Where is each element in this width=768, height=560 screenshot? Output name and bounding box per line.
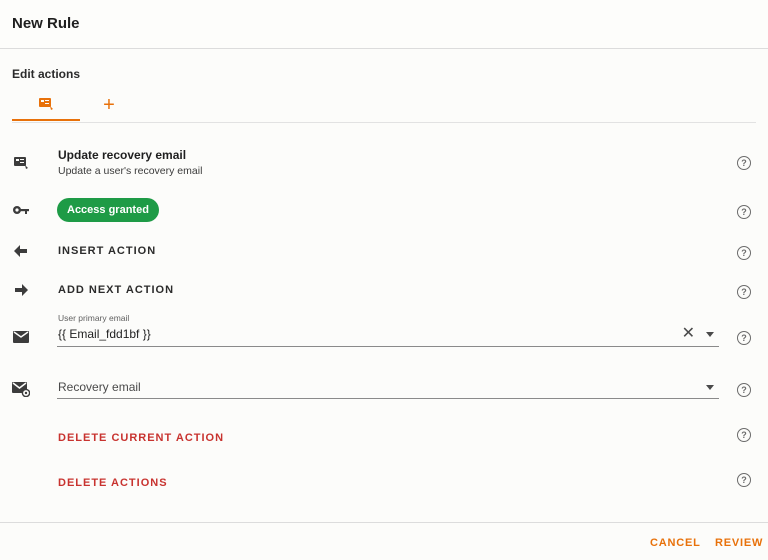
- email-settings-icon: [12, 380, 30, 398]
- access-row: Access granted ?: [0, 198, 768, 224]
- key-icon: [12, 201, 30, 219]
- primary-email-label: User primary email: [58, 313, 130, 323]
- action-tabs: +: [12, 88, 756, 123]
- help-icon[interactable]: ?: [737, 473, 751, 487]
- primary-email-field[interactable]: User primary email {{ Email_fdd1bf }} ✕: [57, 311, 719, 347]
- action-summary-row: Update recovery email Update a user's re…: [0, 148, 768, 180]
- delete-current-action-row: DELETE CURRENT ACTION ?: [0, 428, 768, 446]
- tab-add-action[interactable]: +: [92, 88, 126, 121]
- add-next-action-button[interactable]: ADD NEXT ACTION: [58, 284, 174, 296]
- delete-current-action-button[interactable]: DELETE CURRENT ACTION: [58, 432, 224, 444]
- insert-action-button[interactable]: INSERT ACTION: [58, 245, 156, 257]
- add-icon: +: [103, 93, 115, 116]
- tab-current-action[interactable]: [12, 88, 80, 121]
- recovery-email-placeholder[interactable]: Recovery email: [58, 380, 141, 394]
- email-icon: [12, 328, 30, 346]
- arrow-right-icon: [12, 281, 30, 299]
- help-icon[interactable]: ?: [737, 331, 751, 345]
- help-icon[interactable]: ?: [737, 156, 751, 170]
- help-icon[interactable]: ?: [737, 383, 751, 397]
- dialog-footer: CANCEL REVIEW: [0, 522, 768, 560]
- primary-email-row: User primary email {{ Email_fdd1bf }} ✕ …: [0, 311, 768, 347]
- primary-email-value[interactable]: {{ Email_fdd1bf }}: [58, 327, 151, 341]
- dialog-header: New Rule: [0, 0, 768, 49]
- cancel-button[interactable]: CANCEL: [650, 537, 701, 549]
- help-icon[interactable]: ?: [737, 205, 751, 219]
- recovery-email-row: Recovery email ?: [0, 373, 768, 399]
- access-granted-badge[interactable]: Access granted: [57, 198, 159, 222]
- arrow-left-icon: [12, 242, 30, 260]
- add-next-action-row: ADD NEXT ACTION ?: [0, 282, 768, 300]
- review-button[interactable]: REVIEW: [715, 537, 763, 549]
- delete-actions-button[interactable]: DELETE ACTIONS: [58, 477, 168, 489]
- chevron-down-icon[interactable]: [706, 385, 714, 390]
- action-title: Update recovery email: [58, 148, 187, 162]
- recovery-email-field[interactable]: Recovery email: [57, 373, 719, 399]
- chevron-down-icon[interactable]: [706, 332, 714, 337]
- action-card-icon: [12, 154, 30, 172]
- action-card-icon: [39, 97, 53, 110]
- clear-icon[interactable]: ✕: [682, 326, 695, 342]
- section-label: Edit actions: [12, 67, 81, 81]
- help-icon[interactable]: ?: [737, 285, 751, 299]
- delete-actions-row: DELETE ACTIONS ?: [0, 473, 768, 491]
- page-title: New Rule: [12, 15, 80, 32]
- action-subtitle: Update a user's recovery email: [58, 165, 203, 177]
- help-icon[interactable]: ?: [737, 246, 751, 260]
- help-icon[interactable]: ?: [737, 428, 751, 442]
- insert-action-row: INSERT ACTION ?: [0, 243, 768, 261]
